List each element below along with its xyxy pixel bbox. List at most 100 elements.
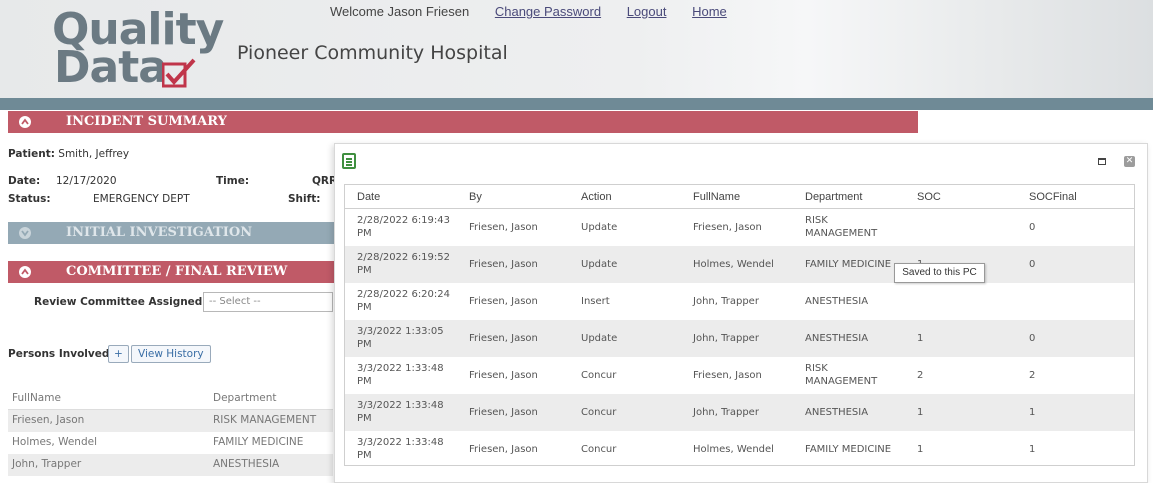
logout-link[interactable]: Logout: [627, 4, 667, 19]
cell-action: Insert: [581, 296, 610, 307]
committee-review-header[interactable]: COMMITTEE / FINAL REVIEW: [8, 261, 334, 283]
cell-fullname: John, Trapper: [693, 333, 759, 344]
time-label: Time:: [216, 175, 250, 187]
cell-department: ANESTHESIA: [213, 458, 280, 470]
cell-fullname: John, Trapper: [693, 407, 759, 418]
cell-dept: FAMILY MEDICINE: [805, 258, 891, 271]
column-header-soc[interactable]: SOC: [917, 185, 941, 209]
cell-department: FAMILY MEDICINE: [213, 436, 304, 448]
cell-action: Update: [581, 259, 618, 270]
home-link[interactable]: Home: [692, 4, 727, 19]
cell-dept: ANESTHESIA: [805, 295, 868, 308]
cell-socfinal: 2: [1029, 370, 1036, 381]
add-person-button[interactable]: +: [108, 345, 129, 363]
cell-date-line2: PM: [357, 265, 372, 276]
history-modal: ✕ Date By Action FullName Department SOC…: [334, 143, 1148, 483]
view-history-button[interactable]: View History: [131, 345, 211, 363]
collapse-up-icon[interactable]: [19, 266, 31, 278]
quality-data-logo: Quality Data: [52, 8, 224, 93]
cell-action: Concur: [581, 370, 617, 381]
cell-date-line1: 3/3/2022 1:33:48: [357, 400, 444, 411]
incident-summary-header[interactable]: INCIDENT SUMMARY: [8, 111, 918, 133]
cell-soc: 1: [917, 407, 924, 418]
cell-dept: FAMILY MEDICINE: [805, 443, 891, 456]
cell-by: Friesen, Jason: [469, 333, 538, 344]
change-password-link[interactable]: Change Password: [495, 4, 601, 19]
cell-dept: ANESTHESIA: [805, 406, 868, 419]
column-header-department[interactable]: Department: [805, 185, 862, 209]
cell-date: 2/28/2022 6:19:43 PM: [357, 214, 450, 240]
persons-grid-header: FullName Department: [8, 388, 333, 410]
cell-date-line2: PM: [357, 228, 372, 239]
cell-dept-line1: RISK: [805, 215, 828, 226]
cell-date-line1: 2/28/2022 6:19:43: [357, 215, 451, 226]
table-row[interactable]: 2/28/2022 6:19:43 PM Friesen, Jason Update F…: [345, 209, 1134, 246]
shift-label: Shift:: [288, 193, 321, 205]
cell-socfinal: 0: [1029, 259, 1036, 270]
cell-by: Friesen, Jason: [469, 444, 538, 455]
cell-date-line1: 3/3/2022 1:33:48: [357, 363, 444, 374]
column-header-fullname[interactable]: FullName: [12, 392, 61, 404]
cell-date-line2: PM: [357, 302, 372, 313]
cell-dept: ANESTHESIA: [805, 332, 868, 345]
cell-by: Friesen, Jason: [469, 296, 538, 307]
table-row[interactable]: 2/28/2022 6:20:24 PM Friesen, Jason Insert J…: [345, 283, 1134, 320]
cell-date: 3/3/2022 1:33:48 PM: [357, 436, 444, 462]
maximize-icon[interactable]: [1098, 158, 1106, 165]
cell-fullname: Holmes, Wendel: [12, 436, 97, 448]
table-row[interactable]: 3/3/2022 1:33:05 PM Friesen, Jason Update Jo…: [345, 320, 1134, 357]
column-header-fullname[interactable]: FullName: [693, 185, 740, 209]
cell-soc: 1: [917, 333, 924, 344]
cell-action: Update: [581, 222, 618, 233]
cell-dept-line2: MANAGEMENT: [805, 228, 878, 239]
column-header-department[interactable]: Department: [213, 392, 277, 404]
cell-date-line1: 3/3/2022 1:33:05: [357, 326, 444, 337]
cell-socfinal: 0: [1029, 222, 1036, 233]
collapse-up-icon[interactable]: [19, 116, 31, 128]
cell-date: 2/28/2022 6:19:52 PM: [357, 251, 450, 277]
welcome-text: Welcome Jason Friesen: [330, 4, 470, 19]
history-table-header: Date By Action FullName Department SOC S…: [345, 185, 1134, 209]
table-row[interactable]: John, Trapper ANESTHESIA: [8, 454, 333, 476]
column-header-date[interactable]: Date: [357, 185, 380, 209]
cell-action: Update: [581, 333, 618, 344]
column-header-by[interactable]: By: [469, 185, 482, 209]
status-label: Status:: [8, 193, 51, 205]
table-row[interactable]: 3/3/2022 1:33:48 PM Friesen, Jason Concur Fr…: [345, 357, 1134, 394]
cell-by: Friesen, Jason: [469, 370, 538, 381]
cell-dept-line1: FAMILY MEDICINE: [805, 444, 892, 455]
table-row[interactable]: 3/3/2022 1:33:48 PM Friesen, Jason Concur Ho…: [345, 431, 1134, 468]
cell-date-line2: PM: [357, 339, 372, 350]
cell-action: Concur: [581, 444, 617, 455]
initial-investigation-header[interactable]: INITIAL INVESTIGATION: [8, 222, 334, 244]
header-stripe: [0, 98, 1153, 110]
cell-dept: RISK MANAGEMENT: [805, 362, 877, 388]
cell-date: 3/3/2022 1:33:05 PM: [357, 325, 444, 351]
close-icon[interactable]: ✕: [1124, 156, 1135, 167]
logo-check-icon: [162, 58, 196, 88]
review-committee-label: Review Committee Assigned:: [34, 296, 207, 308]
modal-titlebar[interactable]: ✕: [335, 144, 1147, 178]
table-row[interactable]: 2/28/2022 6:19:52 PM Friesen, Jason Update H…: [345, 246, 1134, 283]
review-committee-select[interactable]: -- Select --: [203, 292, 333, 312]
logo-text-data: Data: [54, 42, 168, 93]
persons-involved-label: Persons Involved: [8, 348, 110, 360]
cell-fullname: Friesen, Jason: [693, 370, 762, 381]
patient-label: Patient:: [8, 148, 55, 160]
column-header-action[interactable]: Action: [581, 185, 612, 209]
cell-by: Friesen, Jason: [469, 407, 538, 418]
cell-fullname: Holmes, Wendel: [693, 444, 774, 455]
column-header-socfinal[interactable]: SOCFinal: [1029, 185, 1077, 209]
cell-date-line2: PM: [357, 450, 372, 461]
cell-department: RISK MANAGEMENT: [213, 414, 317, 426]
cell-dept-line2: MANAGEMENT: [805, 376, 878, 387]
cell-dept-line1: ANESTHESIA: [805, 333, 869, 344]
table-row[interactable]: Holmes, Wendel FAMILY MEDICINE: [8, 432, 333, 454]
cell-date-line2: PM: [357, 376, 372, 387]
cell-dept-line1: ANESTHESIA: [805, 296, 869, 307]
table-row[interactable]: 3/3/2022 1:33:48 PM Friesen, Jason Concur Jo…: [345, 394, 1134, 431]
expand-down-icon[interactable]: [19, 227, 31, 239]
initial-investigation-title: INITIAL INVESTIGATION: [66, 225, 253, 240]
cell-dept: RISK MANAGEMENT: [805, 214, 877, 240]
table-row[interactable]: Friesen, Jason RISK MANAGEMENT: [8, 410, 333, 432]
